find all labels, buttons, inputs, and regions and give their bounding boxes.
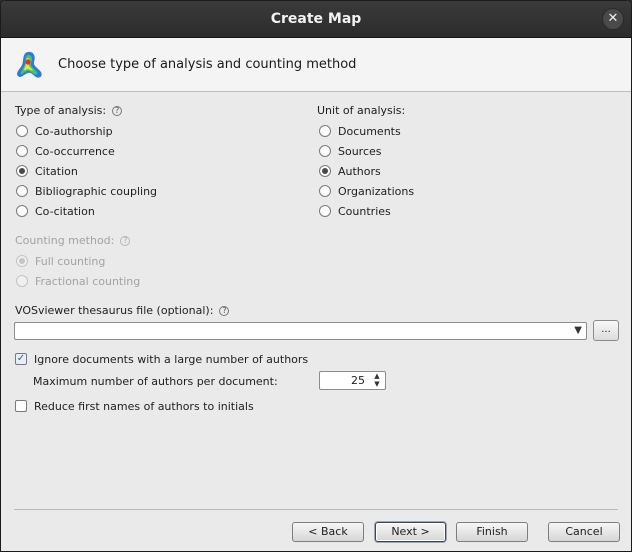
next-button[interactable]: Next > <box>375 522 446 542</box>
radio-label: Bibliographic coupling <box>35 184 158 198</box>
radio-button[interactable] <box>16 145 28 157</box>
radio-label: Citation <box>35 164 78 178</box>
wizard-step-heading: Choose type of analysis and counting met… <box>58 57 357 72</box>
max-authors-spinner[interactable]: 25 ▲ ▼ <box>319 371 386 390</box>
radio-button[interactable] <box>319 205 331 217</box>
chevron-down-icon[interactable]: ▼ <box>574 325 582 336</box>
radio-full-counting: Full counting <box>16 253 105 269</box>
radio-bibliographic-coupling[interactable]: Bibliographic coupling <box>16 183 157 199</box>
thesaurus-text: VOSviewer thesaurus file (optional): <box>15 304 214 317</box>
help-icon[interactable]: ? <box>112 106 123 116</box>
spinner-arrows-icon[interactable]: ▲ ▼ <box>371 372 383 388</box>
ignore-large-docs-checkbox-row[interactable]: ✓ Ignore documents with a large number o… <box>15 351 308 367</box>
radio-button[interactable] <box>16 185 28 197</box>
radio-button-selected[interactable] <box>319 165 331 177</box>
radio-co-occurrence[interactable]: Co-occurrence <box>16 143 115 159</box>
counting-method-text: Counting method: <box>15 234 115 247</box>
radio-label: Documents <box>338 124 401 138</box>
reduce-names-checkbox-row[interactable]: Reduce first names of authors to initial… <box>15 398 254 414</box>
radio-organizations[interactable]: Organizations <box>319 183 414 199</box>
browse-button[interactable]: ... <box>593 320 619 341</box>
finish-button[interactable]: Finish <box>456 522 528 542</box>
create-map-dialog: Create Map ✕ Choose type of analysis and… <box>0 0 632 552</box>
ignore-large-docs-label: Ignore documents with a large number of … <box>34 352 309 366</box>
radio-fractional-counting: Fractional counting <box>16 273 140 289</box>
help-icon: ? <box>120 236 131 246</box>
radio-documents[interactable]: Documents <box>319 123 401 139</box>
vosviewer-logo-icon <box>17 51 42 78</box>
radio-label: Organizations <box>338 184 415 198</box>
max-authors-value[interactable]: 25 <box>351 374 365 387</box>
radio-button[interactable] <box>16 205 28 217</box>
radio-co-citation[interactable]: Co-citation <box>16 203 95 219</box>
thesaurus-label: VOSviewer thesaurus file (optional):? <box>15 304 230 317</box>
radio-button[interactable] <box>319 185 331 197</box>
type-of-analysis-text: Type of analysis: <box>15 104 107 117</box>
footer-divider <box>14 509 618 510</box>
unit-of-analysis-label: Unit of analysis: <box>317 104 406 117</box>
radio-sources[interactable]: Sources <box>319 143 382 159</box>
radio-label: Co-authorship <box>35 124 113 138</box>
radio-label: Full counting <box>35 254 106 268</box>
ignore-large-docs-checkbox[interactable]: ✓ <box>15 353 27 365</box>
title-bar: Create Map ✕ <box>1 1 631 38</box>
thesaurus-file-combobox[interactable]: ▼ <box>14 322 587 340</box>
type-of-analysis-label: Type of analysis:? <box>15 104 123 117</box>
wizard-header: Choose type of analysis and counting met… <box>1 38 631 92</box>
radio-label: Sources <box>338 144 382 158</box>
cancel-button[interactable]: Cancel <box>548 522 620 542</box>
radio-button[interactable] <box>16 125 28 137</box>
max-authors-label: Maximum number of authors per document: <box>33 375 278 388</box>
radio-label: Co-occurrence <box>35 144 115 158</box>
radio-button-selected[interactable] <box>16 165 28 177</box>
radio-countries[interactable]: Countries <box>319 203 391 219</box>
radio-label: Countries <box>338 204 391 218</box>
radio-label: Authors <box>338 164 381 178</box>
radio-citation[interactable]: Citation <box>16 163 78 179</box>
radio-authors[interactable]: Authors <box>319 163 381 179</box>
close-icon: ✕ <box>607 11 619 26</box>
radio-co-authorship[interactable]: Co-authorship <box>16 123 113 139</box>
radio-button-disabled <box>16 275 28 287</box>
radio-label: Fractional counting <box>35 274 141 288</box>
radio-button[interactable] <box>319 145 331 157</box>
counting-method-label: Counting method:? <box>15 234 131 247</box>
radio-button[interactable] <box>319 125 331 137</box>
back-button[interactable]: < Back <box>292 522 364 542</box>
help-icon[interactable]: ? <box>219 306 230 316</box>
dialog-title: Create Map <box>270 11 362 27</box>
radio-button-disabled <box>16 255 28 267</box>
radio-label: Co-citation <box>35 204 95 218</box>
reduce-names-checkbox[interactable] <box>15 400 27 412</box>
reduce-names-label: Reduce first names of authors to initial… <box>34 399 254 413</box>
close-button[interactable]: ✕ <box>602 8 624 30</box>
